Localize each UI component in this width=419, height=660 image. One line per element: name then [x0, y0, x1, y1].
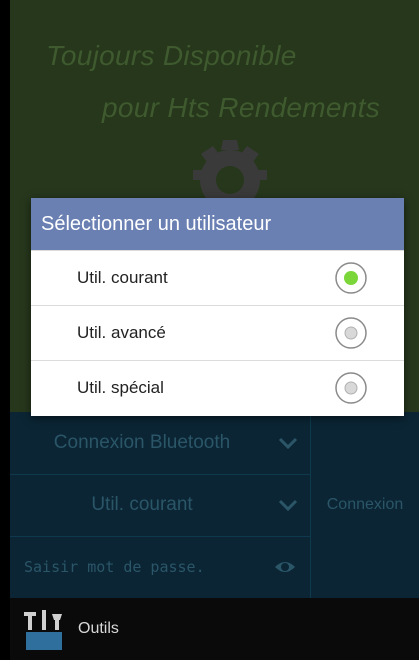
option-util-avance[interactable]: Util. avancé: [31, 305, 404, 360]
option-util-courant[interactable]: Util. courant: [31, 250, 404, 305]
tagline-line-1: Toujours Disponible: [46, 40, 297, 71]
tagline-line-2: pour Hts Rendements: [102, 92, 381, 123]
connection-mode-select[interactable]: Connexion Bluetooth: [10, 412, 310, 475]
connect-button[interactable]: Connexion: [311, 412, 419, 598]
password-placeholder: Saisir mot de passe.: [24, 558, 205, 576]
bottom-toolbar: Outils: [10, 598, 419, 660]
user-select[interactable]: Util. courant: [10, 474, 310, 537]
app-screen: Toujours Disponible pour Hts Rendements …: [0, 0, 419, 660]
option-util-special[interactable]: Util. spécial: [31, 360, 404, 415]
connection-fields: Connexion Bluetooth Util. courant Saisir…: [10, 412, 311, 598]
tools-label[interactable]: Outils: [78, 620, 119, 638]
chevron-down-icon: [278, 499, 298, 512]
password-field[interactable]: Saisir mot de passe.: [10, 536, 310, 598]
option-label: Util. avancé: [77, 323, 166, 342]
radio-unselected-icon[interactable]: [334, 371, 368, 405]
connection-panel: Connexion Bluetooth Util. courant Saisir…: [10, 412, 419, 598]
chevron-down-icon: [278, 437, 298, 450]
option-label: Util. courant: [77, 268, 168, 287]
user-select-value: Util. courant: [91, 494, 193, 515]
connection-mode-value: Connexion Bluetooth: [53, 432, 231, 453]
dialog-title: Sélectionner un utilisateur: [31, 198, 404, 250]
radio-selected-icon[interactable]: [334, 261, 368, 295]
option-label: Util. spécial: [77, 378, 164, 397]
eye-icon[interactable]: [274, 556, 296, 578]
tools-icon[interactable]: [22, 608, 66, 652]
user-select-dialog: Sélectionner un utilisateur Util. couran…: [31, 198, 404, 416]
radio-unselected-icon[interactable]: [334, 316, 368, 350]
